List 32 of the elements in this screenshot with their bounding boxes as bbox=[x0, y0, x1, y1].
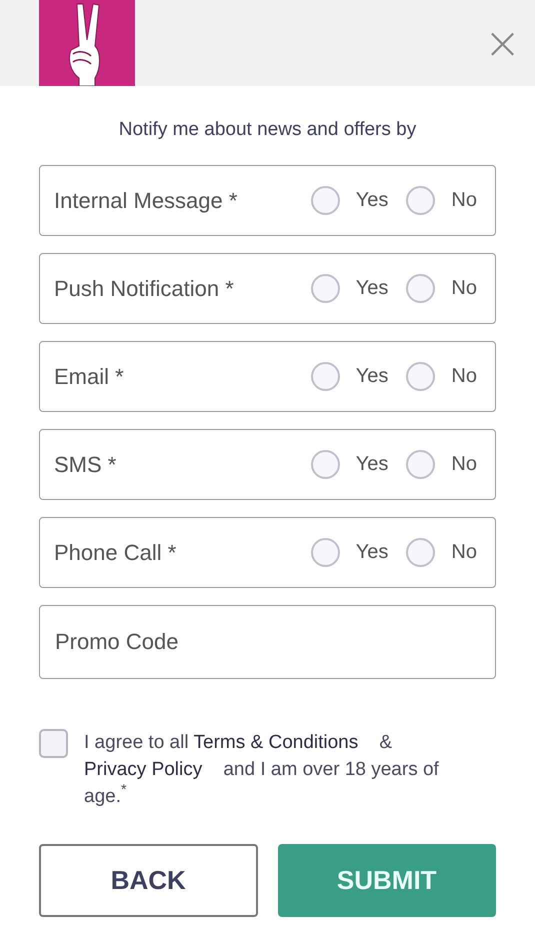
radio-button[interactable] bbox=[406, 362, 436, 390]
radio-button[interactable] bbox=[310, 362, 340, 390]
radio-button[interactable] bbox=[310, 186, 340, 214]
agreement-text: I agree to all Terms & Conditions & Privacy Policy and I am over 18 years of age.$^{*}$ bbox=[84, 730, 440, 808]
radio-button[interactable] bbox=[310, 274, 340, 302]
channel-label: Internal Message * bbox=[54, 186, 238, 215]
option-label: Yes bbox=[356, 364, 388, 389]
option-label: Yes bbox=[356, 188, 388, 213]
channel-label: Push Notification * bbox=[54, 274, 235, 302]
radio-button[interactable] bbox=[406, 274, 436, 302]
section-heading: Notify me about news and offers by bbox=[118, 118, 418, 142]
radio-button[interactable] bbox=[310, 538, 340, 566]
option-label: No bbox=[451, 364, 477, 389]
terms-link[interactable]: Terms & Conditions bbox=[194, 732, 358, 752]
option-label: No bbox=[451, 188, 477, 213]
channel-label: Phone Call * bbox=[54, 538, 178, 566]
privacy-link[interactable]: Privacy Policy bbox=[84, 758, 202, 780]
radio-button[interactable] bbox=[310, 450, 340, 478]
option-label: No bbox=[451, 540, 477, 565]
promo-code-field[interactable]: Promo Code bbox=[39, 604, 496, 678]
back-button[interactable]: BACK bbox=[39, 844, 258, 916]
channel-label: SMS * bbox=[54, 450, 118, 478]
radio-button[interactable] bbox=[406, 186, 436, 214]
option-label: No bbox=[451, 452, 477, 477]
option-label: Yes bbox=[356, 452, 388, 477]
channel-label: Email * bbox=[54, 362, 125, 390]
option-label: No bbox=[451, 276, 477, 301]
radio-button[interactable] bbox=[406, 450, 436, 478]
option-label: Yes bbox=[356, 540, 388, 565]
radio-button[interactable] bbox=[406, 538, 436, 566]
option-label: Yes bbox=[356, 276, 388, 301]
agreement-checkbox[interactable] bbox=[39, 728, 68, 758]
